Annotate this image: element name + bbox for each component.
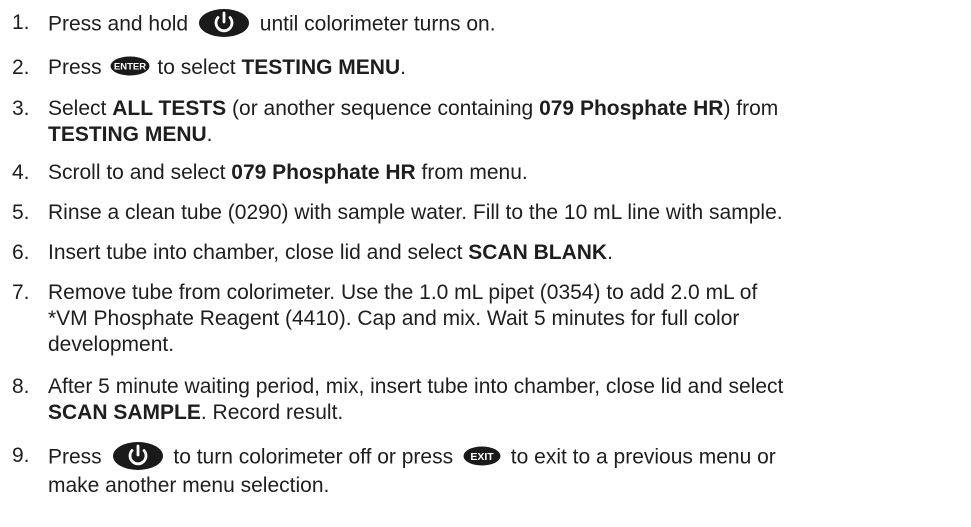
step-text: Press ENTER to select TESTING MENU. <box>48 56 406 79</box>
enter-button-icon: ENTER <box>110 56 150 76</box>
step-number: 9. <box>12 444 30 467</box>
step-number: 8. <box>12 375 30 398</box>
step-text: Select ALL TESTS (or another sequence co… <box>48 97 779 146</box>
step-text: After 5 minute waiting period, mix, inse… <box>48 375 784 424</box>
step-text: Rinse a clean tube (0290) with sample wa… <box>48 201 783 224</box>
step-text: Press to turn colorimeter off or press E… <box>48 441 960 499</box>
step-number: 1. <box>12 11 30 34</box>
step-text: Remove tube from colorimeter. Use the 1.… <box>48 281 758 356</box>
step-text: Scroll to and select 079 Phosphate HR fr… <box>48 161 528 184</box>
step-number: 4. <box>12 161 30 184</box>
step-text: Insert tube into chamber, close lid and … <box>48 241 613 264</box>
svg-text:EXIT: EXIT <box>470 451 494 463</box>
step-number: 3. <box>12 97 30 120</box>
step-number: 2. <box>12 56 30 79</box>
step-number: 5. <box>12 201 30 224</box>
exit-button-icon: EXIT <box>463 446 501 466</box>
power-button-icon <box>198 8 250 38</box>
svg-text:ENTER: ENTER <box>113 62 145 73</box>
step-number: 7. <box>12 281 30 304</box>
step-text: Press and hold until colorimeter turns o… <box>48 8 960 40</box>
power-button-icon <box>112 441 164 471</box>
step-number: 6. <box>12 241 30 264</box>
instructions-list: 1. Press and hold until colorimeter turn… <box>0 0 971 527</box>
